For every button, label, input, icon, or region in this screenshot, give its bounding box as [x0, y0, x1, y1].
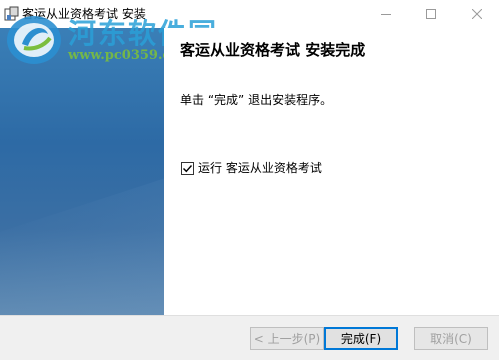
button-bar: < 上一步(P) 完成(F) 取消(C) [0, 315, 499, 360]
maximize-icon [426, 9, 436, 19]
installer-side-banner [0, 28, 164, 315]
run-app-option[interactable]: 运行 客运从业资格考试 [181, 160, 322, 176]
maximize-button[interactable] [411, 0, 451, 28]
finish-description: 单击 “完成” 退出安装程序。 [180, 93, 333, 107]
run-app-label: 运行 客运从业资格考试 [198, 161, 322, 175]
cancel-button[interactable]: 取消(C) [414, 327, 488, 350]
minimize-button[interactable] [366, 0, 406, 28]
installer-window: 客运从业资格考试 安装 河东软件园 www.pc0359.cn 客运从业资格考试… [0, 0, 499, 360]
page-heading: 客运从业资格考试 安装完成 [180, 41, 366, 59]
finish-page-content: 客运从业资格考试 安装完成 单击 “完成” 退出安装程序。 运行 客运从业资格考… [164, 28, 499, 315]
back-button[interactable]: < 上一步(P) [250, 327, 324, 350]
close-icon [472, 9, 482, 19]
minimize-icon [381, 14, 391, 15]
checkmark-icon [183, 164, 193, 172]
finish-button[interactable]: 完成(F) [324, 327, 398, 350]
watermark-logo-icon [4, 10, 66, 68]
run-app-checkbox[interactable] [181, 161, 194, 175]
close-button[interactable] [457, 0, 497, 28]
